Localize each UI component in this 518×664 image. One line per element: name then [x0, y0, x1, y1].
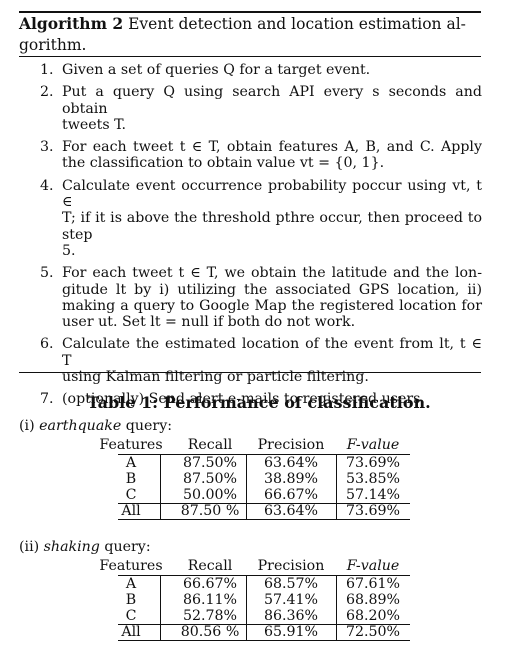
algorithm-step: 3. For each tweet t ∈ T, obtain features …	[40, 139, 482, 172]
query-prefix: (ii)	[19, 539, 44, 555]
table-cell: 53.85%	[345, 470, 401, 487]
table-cell: All	[121, 503, 141, 520]
step-number: 2.	[40, 84, 54, 101]
step-line: tweets T.	[62, 116, 127, 133]
algorithm-title: Algorithm 2 Event detection and location…	[19, 13, 481, 56]
column-header: Features	[99, 437, 163, 453]
paper-page: Algorithm 2 Event detection and location…	[0, 0, 518, 664]
table-cell: 50.00%	[182, 486, 238, 503]
table-cell: 68.89%	[345, 591, 401, 608]
algorithm-steps: 1. Given a set of queries Q for a target …	[40, 62, 482, 408]
query-suffix: query:	[121, 418, 172, 434]
table-cell: 73.69%	[345, 454, 401, 471]
column-header: F-value	[346, 437, 400, 453]
algorithm-step: 1. Given a set of queries Q for a target …	[40, 62, 482, 78]
algorithm-title-line2: gorithm.	[19, 36, 87, 54]
table-bottom-rule	[118, 519, 410, 521]
step-text: For each tweet t ∈ T, we obtain the lati…	[62, 265, 482, 330]
step-number: 4.	[40, 177, 54, 194]
column-rule	[336, 453, 337, 520]
column-rule	[246, 453, 247, 520]
table-cell: 66.67%	[182, 575, 238, 592]
algorithm-bottom-rule	[19, 372, 481, 373]
table-cell: B	[125, 591, 137, 608]
table-cell: 63.64%	[263, 503, 319, 520]
table-cell: A	[125, 575, 137, 592]
step-line: 5.	[62, 242, 76, 259]
column-header: Precision	[257, 437, 325, 453]
step-number: 1.	[40, 62, 54, 78]
column-header: F-value	[346, 558, 400, 574]
step-line: Given a set of queries Q for a target ev…	[62, 62, 371, 78]
query-name: earthquake	[39, 418, 122, 434]
step-text: Calculate event occurrence probability p…	[62, 178, 482, 259]
table-cell: B	[125, 470, 137, 487]
column-header: Precision	[257, 558, 325, 574]
step-line: user ut. Set lt = null if both do not wo…	[62, 314, 356, 331]
table-cell: 73.69%	[345, 503, 401, 520]
step-number: 6.	[40, 336, 54, 353]
table-cell: 86.36%	[263, 607, 319, 624]
table-cell: C	[125, 486, 137, 503]
query-name: shaking	[43, 539, 100, 555]
query-label: (ii) shaking query:	[19, 538, 151, 556]
algorithm-title-line1: Event detection and location estimation …	[128, 15, 466, 33]
algorithm-step: 6. Calculate the estimated location of th…	[40, 336, 482, 385]
step-line: Calculate event occurrence probability p…	[62, 177, 482, 211]
table-cell: C	[125, 607, 137, 624]
table-cell: 87.50%	[182, 454, 238, 471]
step-number: 5.	[40, 265, 54, 282]
query-suffix: query:	[99, 539, 151, 555]
table-cell: 57.14%	[345, 486, 401, 503]
table-cell: 68.57%	[263, 575, 319, 592]
table-cell: 66.67%	[263, 486, 319, 503]
step-text: Given a set of queries Q for a target ev…	[62, 62, 482, 78]
table-cell: 68.20%	[345, 607, 401, 624]
table-cell: All	[121, 624, 141, 641]
table-cell: 86.11%	[182, 591, 238, 608]
table-cell: 63.64%	[263, 454, 319, 471]
table-cell: 52.78%	[182, 607, 238, 624]
step-line: For each tweet t ∈ T, obtain features A,…	[62, 139, 482, 156]
step-line: Put a query Q using search API every s s…	[62, 84, 482, 117]
algorithm-step: 4. Calculate event occurrence probability…	[40, 178, 482, 259]
column-header: Recall	[187, 558, 233, 574]
step-text: Put a query Q using search API every s s…	[62, 84, 482, 133]
column-header: Recall	[187, 437, 233, 453]
column-rule	[160, 574, 161, 641]
algorithm-title-rule	[19, 56, 481, 57]
query-prefix: (i)	[19, 418, 40, 434]
column-rule	[336, 574, 337, 641]
table-cell: 72.50%	[345, 624, 401, 641]
column-header: Features	[99, 558, 163, 574]
algorithm-label: Algorithm 2	[19, 14, 124, 33]
algorithm-step: 2. Put a query Q using search API every s…	[40, 84, 482, 133]
step-line: T; if it is above the threshold pthre oc…	[62, 210, 482, 243]
table-cell: 38.89%	[263, 470, 319, 487]
step-text: For each tweet t ∈ T, obtain features A,…	[62, 139, 482, 172]
table-cell: 57.41%	[263, 591, 319, 608]
table-cell: 87.50 %	[180, 503, 240, 520]
step-number: 3.	[40, 139, 54, 156]
table-cell: 87.50%	[182, 470, 238, 487]
step-line: Calculate the estimated location of the …	[62, 336, 482, 369]
table-cell: 80.56 %	[180, 624, 240, 641]
column-rule	[160, 453, 161, 520]
table-cell: 65.91%	[263, 624, 319, 641]
column-rule	[246, 574, 247, 641]
step-line: gitude lt by i) utilizing the associated…	[62, 281, 482, 298]
step-line: the classification to obtain value vt = …	[62, 155, 385, 172]
algorithm-step: 5. For each tweet t ∈ T, we obtain the la…	[40, 265, 482, 330]
step-line: making a query to Google Map the registe…	[62, 297, 482, 314]
table-bottom-rule	[118, 640, 410, 642]
table-caption: Table 1: Performance of classification.	[87, 393, 431, 412]
step-line: For each tweet t ∈ T, we obtain the lati…	[62, 265, 482, 282]
query-label: (i) earthquake query:	[19, 417, 172, 435]
table-cell: 67.61%	[345, 575, 401, 592]
step-text: Calculate the estimated location of the …	[62, 336, 482, 385]
table-cell: A	[125, 454, 137, 471]
